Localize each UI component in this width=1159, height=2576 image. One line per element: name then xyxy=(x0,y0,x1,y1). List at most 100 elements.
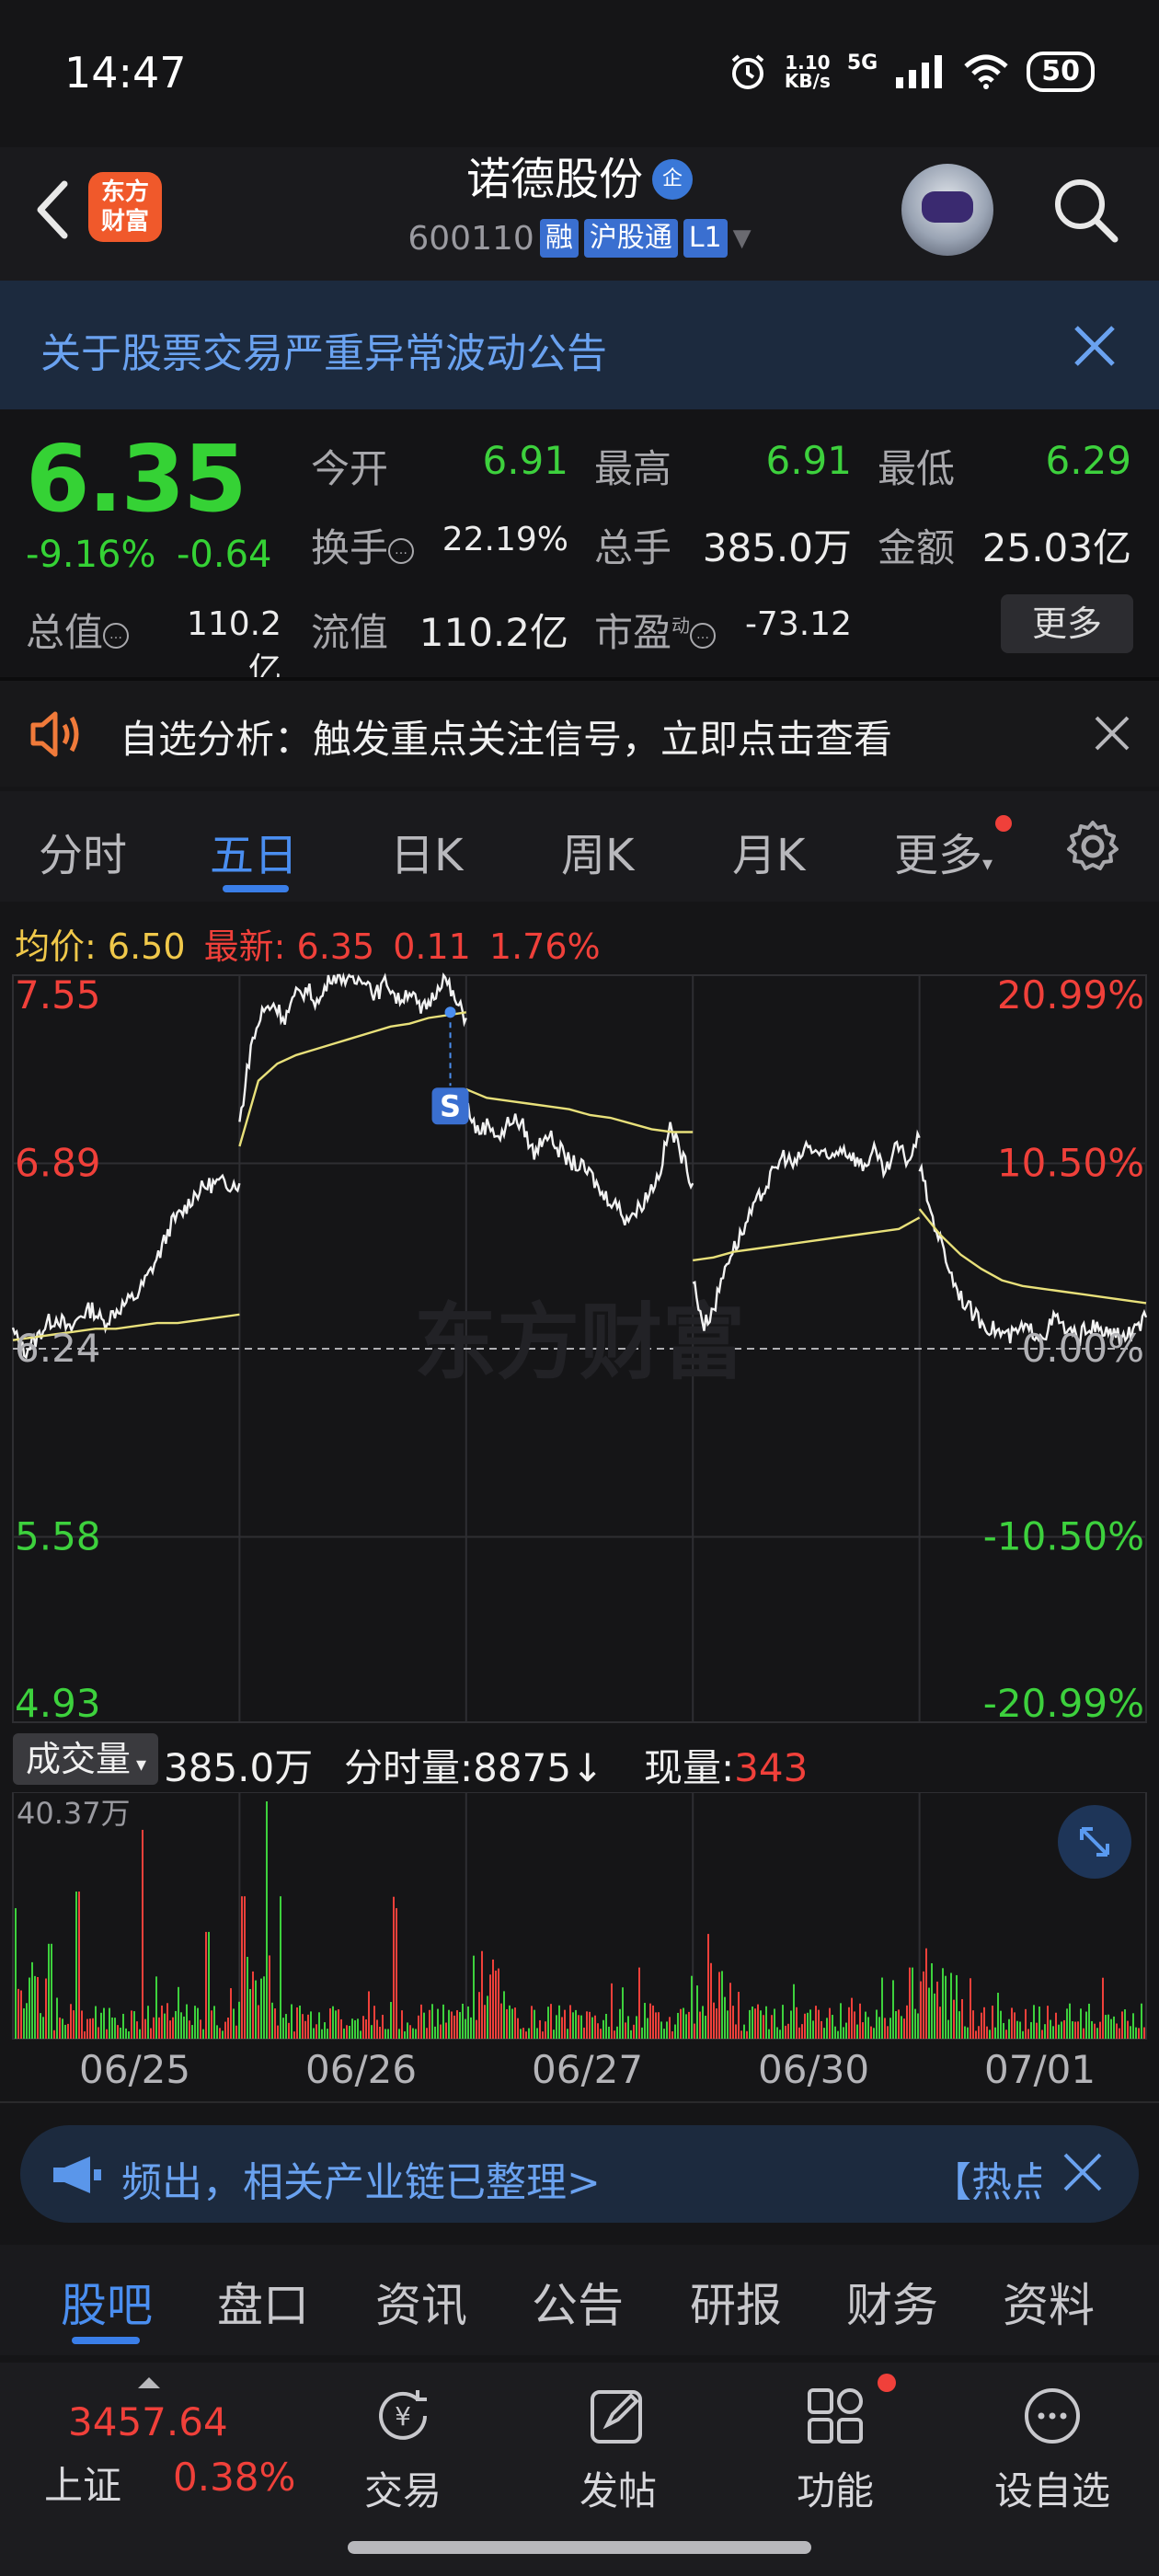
tab-forum[interactable]: 股吧 xyxy=(61,2269,153,2335)
volume-bar xyxy=(925,1948,927,2039)
close-icon[interactable] xyxy=(1060,2149,1106,2195)
volume-bar xyxy=(1119,2028,1120,2039)
volume-bar xyxy=(476,2019,477,2039)
volume-bar xyxy=(45,1978,47,2039)
volume-bar xyxy=(291,2004,293,2039)
volume-bar xyxy=(1135,2027,1137,2039)
volume-bar xyxy=(1121,2011,1123,2039)
volume-bar xyxy=(202,2029,204,2039)
volume-bar xyxy=(652,2005,654,2039)
nav-post[interactable]: 发帖 xyxy=(554,2383,683,2516)
volume-bar xyxy=(498,1968,499,2039)
volume-bar xyxy=(602,2019,604,2039)
tab-five-day[interactable]: 五日 xyxy=(210,819,298,883)
tab-daily-k[interactable]: 日K xyxy=(390,819,463,883)
volume-bar xyxy=(373,2006,375,2039)
volume-bar xyxy=(514,2007,516,2039)
volume-bar xyxy=(705,2015,706,2039)
volume-bar xyxy=(798,2027,800,2039)
volume-bar xyxy=(757,2004,759,2039)
tab-monthly-k[interactable]: 月K xyxy=(732,819,805,883)
volume-bar xyxy=(600,2029,602,2039)
close-icon[interactable] xyxy=(1067,318,1122,374)
volume-bar xyxy=(994,2027,996,2039)
volume-bar xyxy=(122,2013,124,2039)
hot-topic-text[interactable]: 频出，相关产业链已整理> xyxy=(121,2149,601,2208)
volume-bar xyxy=(133,2011,135,2039)
tab-finance[interactable]: 财务 xyxy=(846,2269,938,2335)
volume-bar xyxy=(550,2004,552,2039)
volume-selector[interactable]: 成交量 ▾ xyxy=(13,1733,158,1785)
volume-bar xyxy=(144,2018,146,2039)
volume-bar xyxy=(103,2007,105,2039)
avg-price-line xyxy=(238,1011,466,1147)
volume-bar xyxy=(677,2012,679,2039)
volume-bar xyxy=(1102,1977,1104,2039)
nav-functions[interactable]: 功能 xyxy=(771,2383,900,2516)
index-value[interactable]: 3457.64 xyxy=(68,2399,228,2444)
volume-bar xyxy=(685,2014,687,2039)
volume-bar xyxy=(569,2005,571,2039)
search-icon[interactable] xyxy=(1049,173,1122,247)
volume-bar xyxy=(625,2022,626,2039)
index-name[interactable]: 上证 xyxy=(44,2455,121,2511)
tab-weekly-k[interactable]: 周K xyxy=(561,819,634,883)
volume-bar xyxy=(465,2018,466,2039)
date-label: 07/01 xyxy=(984,2047,1096,2092)
volume-bar xyxy=(244,1896,246,2039)
index-change[interactable]: 0.38% xyxy=(173,2455,295,2500)
volume-bar xyxy=(70,2004,72,2039)
volume-bar xyxy=(627,2016,629,2039)
tab-profile[interactable]: 资料 xyxy=(1003,2269,1095,2335)
volume-chart[interactable]: 40.37万 xyxy=(0,1792,1159,2042)
volume-bar xyxy=(371,2025,373,2039)
volume-bar xyxy=(644,2003,646,2039)
date-label: 06/26 xyxy=(305,2047,418,2092)
volume-bar xyxy=(1116,2023,1118,2039)
open-label: 今开 xyxy=(311,446,389,491)
volume-bar xyxy=(407,2022,408,2039)
tab-more[interactable]: 更多▾ xyxy=(894,819,993,883)
volume-bar xyxy=(258,2005,259,2039)
analysis-text[interactable]: 自选分析：触发重点关注信号，立即点击查看 xyxy=(120,708,892,765)
notice-text[interactable]: 关于股票交易严重异常波动公告 xyxy=(40,320,607,379)
volume-bar xyxy=(790,2010,792,2039)
home-indicator[interactable] xyxy=(348,2541,811,2554)
tab-orderbook[interactable]: 盘口 xyxy=(217,2269,309,2335)
close-icon[interactable] xyxy=(1091,712,1133,754)
volume-bar xyxy=(56,1997,58,2039)
gear-icon[interactable] xyxy=(1063,817,1122,876)
nav-trade[interactable]: ¥ 交易 xyxy=(339,2383,467,2516)
volume-bar xyxy=(197,2007,199,2039)
tab-research[interactable]: 研报 xyxy=(690,2269,782,2335)
volume-bar xyxy=(947,2019,949,2039)
volume-bar xyxy=(594,2015,596,2039)
expand-icon[interactable] xyxy=(1058,1805,1131,1879)
hot-topic-tag[interactable]: 【热点 xyxy=(931,2149,1041,2208)
volume-bar xyxy=(191,2025,193,2039)
tag-margin: 融 xyxy=(539,219,579,258)
volume-bar xyxy=(481,1950,483,2039)
more-button[interactable]: 更多 xyxy=(1001,594,1133,653)
volume-bar xyxy=(216,2025,218,2039)
volume-bar xyxy=(1094,2023,1096,2039)
volume-bar xyxy=(743,2024,745,2039)
volume-bar xyxy=(881,1977,883,2039)
tab-intraday[interactable]: 分时 xyxy=(39,819,127,883)
tab-announcements[interactable]: 公告 xyxy=(532,2269,624,2335)
volume-bar xyxy=(164,2013,166,2039)
caret-up-icon xyxy=(138,2377,160,2388)
volume-bar xyxy=(89,2018,91,2039)
volume-bar xyxy=(271,2002,273,2039)
volume-bar xyxy=(117,2025,119,2039)
nav-add-watchlist[interactable]: 设自选 xyxy=(988,2383,1117,2516)
volume-bar xyxy=(98,2027,99,2039)
change-amount: -0.64 xyxy=(177,534,272,576)
volume-bar xyxy=(823,2028,825,2039)
price-chart[interactable]: 东方财富 S 7.55 6.89 6.24 5.58 4.93 20.99% 10.50% 0.0… xyxy=(0,966,1159,1730)
volume-bar xyxy=(451,2011,453,2039)
volume-bar xyxy=(335,2010,337,2039)
volume-bar xyxy=(655,2012,657,2039)
signal-icon xyxy=(896,55,943,88)
tab-news[interactable]: 资讯 xyxy=(375,2269,467,2335)
